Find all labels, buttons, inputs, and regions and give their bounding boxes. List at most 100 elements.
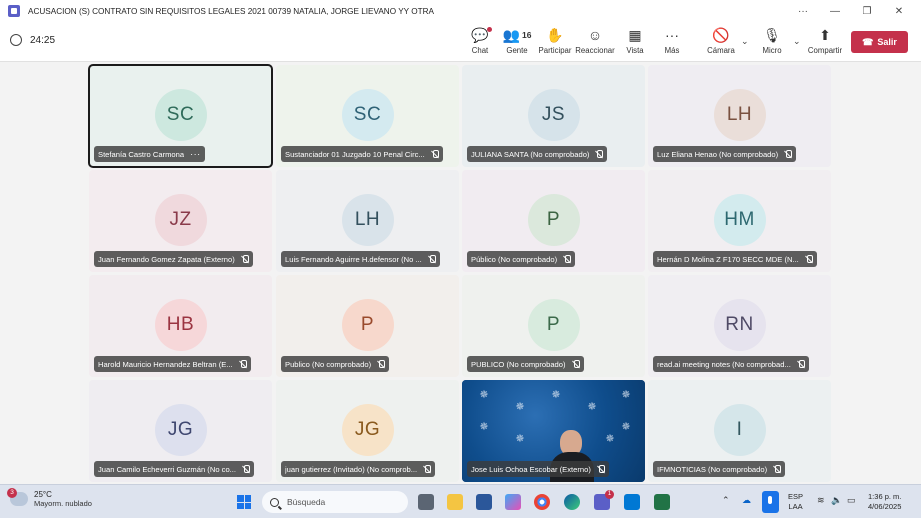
camera-options-chevron-icon[interactable]: ⌄ [741,36,749,47]
avatar-initials: P [546,209,561,230]
participant-tile[interactable]: LH Luis Fernando Aguirre H.defensor (No … [276,170,459,272]
avatar-initials: HB [166,314,195,335]
participant-tile[interactable]: P Publico (No comprobado) [276,275,459,377]
windows-logo-icon [244,502,251,509]
avatar: LH [713,89,766,141]
word-icon[interactable] [476,494,492,510]
avatar-initials: JG [167,419,194,440]
avatar: P [527,299,580,351]
avatar: RN [713,299,766,351]
meeting-toolbar: 24:25 💬 Chat 👥 16 Gente ✋ Participar ☺ Re… [0,22,921,62]
muted-mic-icon [797,359,805,369]
participant-name: Hernán D Molina Z F170 SECC MDE (N... [657,254,799,264]
backdrop-logo-icon: ✵ [605,433,615,445]
camera-button[interactable]: 🚫 Cámara [706,26,736,58]
raise-hand-label: Participar [538,46,572,55]
mic-options-chevron-icon[interactable]: ⌄ [793,36,801,47]
system-clock[interactable]: 1:36 p. m. 4/06/2025 [868,492,901,512]
participant-tile[interactable]: JG juan gutierrez (Invitado) (No comprob… [276,380,459,482]
close-button[interactable]: ✕ [883,6,915,17]
teams-icon[interactable]: 1 [594,490,614,510]
participant-tile[interactable]: P PUBLICO (No comprobado) [462,275,645,377]
participant-name: Juan Fernando Gomez Zapata (Externo) [98,254,235,264]
more-button[interactable]: ··· Más [662,26,682,58]
mic-button[interactable]: 🎙 Micro [762,26,782,58]
avatar: LH [341,194,394,246]
backdrop-logo-icon: ✵ [515,401,525,413]
participant-name: JULIANA SANTA (No comprobado) [471,149,590,159]
teams-badge: 1 [605,490,614,499]
onedrive-icon[interactable]: ☁ [742,495,751,506]
microphone-in-use-icon[interactable] [762,491,779,513]
edge-icon[interactable] [564,494,580,510]
backdrop-logo-icon: ✵ [479,389,489,401]
task-view-icon[interactable] [418,494,434,510]
raise-hand-button[interactable]: ✋ Participar [538,26,572,58]
nameplate: juan gutierrez (Invitado) (No comprob... [281,461,436,477]
participant-tile[interactable]: P Público (No comprobado) [462,170,645,272]
participant-tile[interactable]: RN read.ai meeting notes (No comprobad..… [648,275,831,377]
file-explorer-icon[interactable] [447,494,463,510]
chat-icon: 💬 [471,26,492,44]
mic-label: Micro [762,46,782,55]
nameplate: Hernán D Molina Z F170 SECC MDE (N... [653,251,817,267]
participant-video-tile[interactable]: ✵ ✵ ✵ ✵ ✵ ✵ ✵ ✵ ✵ Jose Luis Ochoa Escoba… [462,380,645,482]
weather-widget[interactable]: 3 25°C Mayorm. nublado [7,488,92,508]
muted-mic-icon [377,359,386,369]
excel-icon[interactable] [654,494,670,510]
grid-view-icon: ▦ [628,26,642,43]
people-button[interactable]: 👥 16 Gente [502,26,532,58]
chat-button[interactable]: 💬 Chat [468,26,492,58]
language-indicator[interactable]: ESP LAA [788,492,803,512]
nameplate: Juan Fernando Gomez Zapata (Externo) [94,251,253,267]
battery-icon[interactable]: ▭ [847,495,856,506]
avatar: HM [713,194,766,246]
participant-tile[interactable]: JS JULIANA SANTA (No comprobado) [462,65,645,167]
window-title: ACUSACION (S) CONTRATO SIN REQUISITOS LE… [28,6,435,16]
participant-tile[interactable]: I IFMNOTICIAS (No comprobado) [648,380,831,482]
taskbar-search[interactable]: Búsqueda [262,491,408,513]
ellipsis-icon[interactable]: ··· [190,149,201,159]
participant-name: Luz Eliana Henao (No comprobado) [657,149,779,159]
avatar: JZ [154,194,207,246]
backdrop-logo-icon: ✵ [621,421,631,433]
hand-icon: ✋ [546,26,564,43]
maximize-button[interactable]: ❐ [851,6,883,17]
outlook-icon[interactable] [624,494,640,510]
participant-name: Luis Fernando Aguirre H.defensor (No ... [285,254,422,264]
windows-logo-icon [237,495,244,502]
avatar-initials: JG [354,419,381,440]
participant-tile[interactable]: SC Stefanía Castro Carmona ··· [88,64,273,168]
muted-mic-icon [563,254,572,264]
nameplate: Jose Luis Ochoa Escobar (Externo) [467,461,609,477]
nameplate: Público (No comprobado) [467,251,576,267]
more-options-button[interactable]: ··· [787,6,819,17]
participant-tile[interactable]: HM Hernán D Molina Z F170 SECC MDE (N... [648,170,831,272]
volume-icon[interactable]: 🔈 [831,495,842,506]
wifi-icon[interactable]: ≋ [817,495,825,506]
participant-tile[interactable]: JG Juan Camilo Echeverri Guzmán (No co..… [89,380,272,482]
participant-name: Público (No comprobado) [471,254,558,264]
chrome-icon[interactable] [534,494,550,510]
participant-tile[interactable]: JZ Juan Fernando Gomez Zapata (Externo) [89,170,272,272]
windows-logo-icon [244,495,251,502]
muted-mic-icon [241,254,249,264]
react-button[interactable]: ☺ Reaccionar [575,26,614,58]
show-hidden-icons-chevron-icon[interactable]: ⌃ [722,495,730,506]
minimize-button[interactable]: — [819,6,851,17]
participant-tile[interactable]: HB Harold Mauricio Hernandez Beltran (E.… [89,275,272,377]
avatar-initials: JZ [169,209,192,230]
nameplate: Luz Eliana Henao (No comprobado) [653,146,797,162]
start-button[interactable] [237,495,251,509]
people-icon: 👥 16 [502,26,532,43]
language-code: ESP [788,492,804,501]
share-button[interactable]: ⬆ Compartir [808,26,842,58]
participant-tile[interactable]: SC Sustanciador 01 Juzgado 10 Penal Circ… [276,65,459,167]
participant-tile[interactable]: LH Luz Eliana Henao (No comprobado) [648,65,831,167]
avatar-initials: LH [726,104,753,125]
avatar: SC [154,89,207,141]
windows-logo-icon [237,502,244,509]
view-button[interactable]: ▦ Vista [624,26,646,58]
copilot-icon[interactable] [505,494,521,510]
leave-button[interactable]: ☎ Salir [851,31,908,53]
